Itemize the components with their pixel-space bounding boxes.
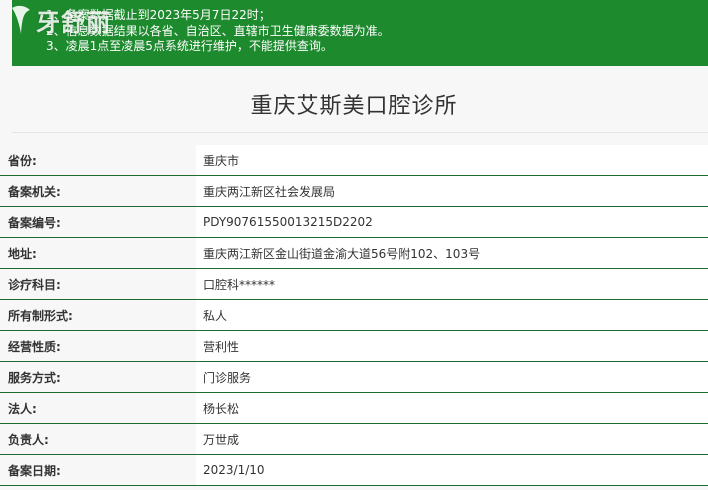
notice-line-1: 1、备案数据截止到2023年5月7日22时； bbox=[46, 8, 271, 22]
field-label: 服务方式: bbox=[0, 362, 196, 393]
field-value: 门诊服务 bbox=[196, 362, 708, 393]
field-label: 法人: bbox=[0, 393, 196, 424]
field-value: 2023/1/10 bbox=[196, 455, 708, 486]
table-row: 服务方式: 门诊服务 bbox=[0, 362, 708, 393]
table-row: 负责人: 万世成 bbox=[0, 424, 708, 455]
table-row: 备案日期: 2023/1/10 bbox=[0, 455, 708, 486]
field-value: 万世成 bbox=[196, 424, 708, 455]
table-row: 省份: 重庆市 bbox=[0, 145, 708, 176]
field-label: 经营性质: bbox=[0, 331, 196, 362]
field-value: 营利性 bbox=[196, 331, 708, 362]
field-label: 诊疗科目: bbox=[0, 269, 196, 300]
field-value: 杨长松 bbox=[196, 393, 708, 424]
field-value: 重庆两江新区社会发展局 bbox=[196, 176, 708, 207]
table-row: 法人: 杨长松 bbox=[0, 393, 708, 424]
field-label: 地址: bbox=[0, 238, 196, 269]
table-row: 备案编号: PDY90761550013215D2202 bbox=[0, 207, 708, 238]
field-label: 备案编号: bbox=[0, 207, 196, 238]
field-value: 重庆市 bbox=[196, 145, 708, 176]
table-row: 地址: 重庆两江新区金山街道金渝大道56号附102、103号 bbox=[0, 238, 708, 269]
table-row: 经营性质: 营利性 bbox=[0, 331, 708, 362]
info-table: 省份: 重庆市 备案机关: 重庆两江新区社会发展局 备案编号: PDY90761… bbox=[0, 145, 708, 486]
field-value: 私人 bbox=[196, 300, 708, 331]
table-row: 诊疗科目: 口腔科****** bbox=[0, 269, 708, 300]
notice-line-3: 3、凌晨1点至凌晨5点系统进行维护，不能提供查询。 bbox=[46, 39, 333, 53]
field-label: 备案日期: bbox=[0, 455, 196, 486]
title-divider bbox=[12, 132, 708, 133]
notice-line-2: 2、信息数据结果以各省、自治区、直辖市卫生健康委数据为准。 bbox=[46, 23, 390, 38]
field-label: 省份: bbox=[0, 145, 196, 176]
field-label: 备案机关: bbox=[0, 176, 196, 207]
page-title: 重庆艾斯美口腔诊所 bbox=[250, 94, 458, 119]
field-value: 口腔科****** bbox=[196, 269, 708, 300]
field-label: 所有制形式: bbox=[0, 300, 196, 331]
notice-banner: 1、备案数据截止到2023年5月7日22时； 2、信息数据结果以各省、自治区、直… bbox=[12, 0, 708, 66]
table-row: 备案机关: 重庆两江新区社会发展局 bbox=[0, 176, 708, 207]
field-label: 负责人: bbox=[0, 424, 196, 455]
table-row: 所有制形式: 私人 bbox=[0, 300, 708, 331]
field-value: PDY90761550013215D2202 bbox=[196, 207, 708, 238]
field-value: 重庆两江新区金山街道金渝大道56号附102、103号 bbox=[196, 238, 708, 269]
